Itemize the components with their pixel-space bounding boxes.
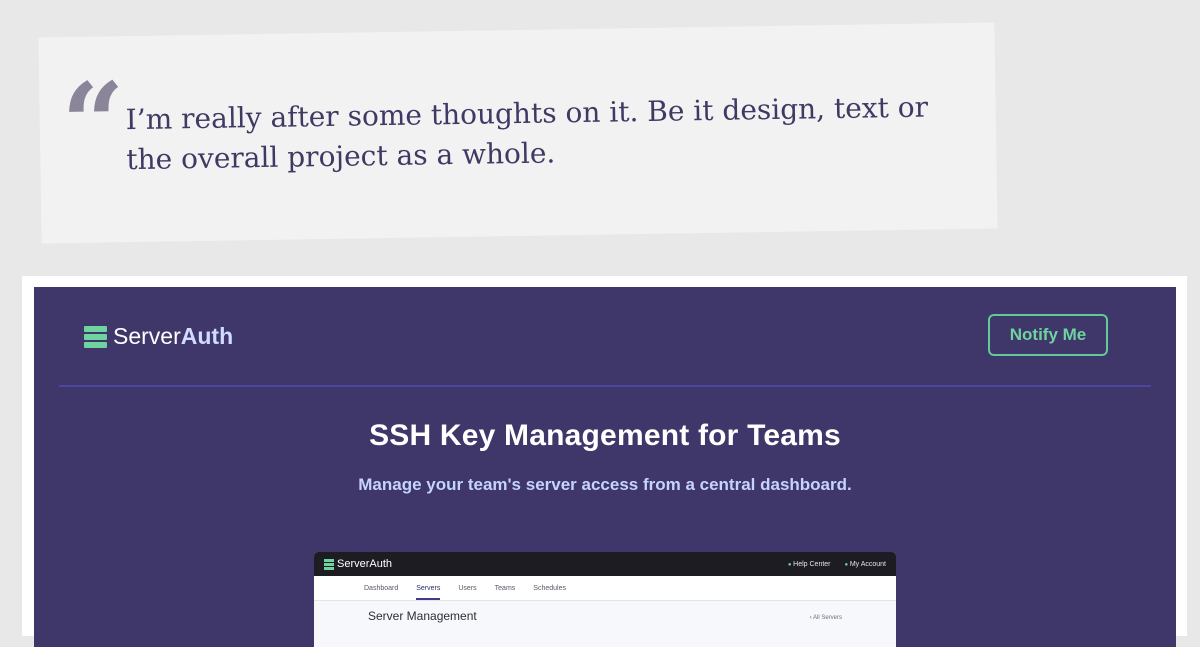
- preview-nav: Dashboard Servers Users Teams Schedules: [314, 576, 896, 601]
- brand-logo[interactable]: ServerAuth: [84, 323, 233, 350]
- header-divider: [59, 385, 1151, 387]
- preview-server-icon: [324, 558, 334, 570]
- server-stack-icon: [84, 325, 107, 348]
- preview-brand: ServerAuth: [324, 558, 392, 570]
- dashboard-preview: ServerAuth Help Center My Account Dashbo…: [314, 552, 896, 647]
- quote-card: “ I’m really after some thoughts on it. …: [38, 22, 998, 244]
- preview-content: Server Management ‹ All Servers: [314, 601, 896, 631]
- hero-section: ServerAuth Notify Me SSH Key Management …: [34, 287, 1176, 647]
- preview-tab-servers: Servers: [416, 577, 441, 600]
- notify-me-button[interactable]: Notify Me: [988, 314, 1108, 356]
- hero-subtitle: Manage your team's server access from a …: [358, 475, 852, 494]
- preview-tab-users: Users: [458, 584, 477, 592]
- preview-brand-name: ServerAuth: [337, 558, 393, 570]
- hero-title: SSH Key Management for Teams: [369, 419, 841, 452]
- screenshot-frame: ServerAuth Notify Me SSH Key Management …: [22, 276, 1187, 647]
- preview-help-center: Help Center: [788, 561, 830, 568]
- preview-tab-dashboard: Dashboard: [364, 584, 399, 592]
- brand-prefix: Server: [113, 323, 181, 349]
- brand-suffix: Auth: [180, 323, 234, 349]
- preview-all-servers-link: ‹ All Servers: [809, 615, 842, 621]
- preview-heading: Server Management: [368, 609, 477, 623]
- preview-tab-teams: Teams: [494, 584, 516, 592]
- preview-tab-schedules: Schedules: [533, 584, 566, 592]
- quote-mark-icon: “: [60, 58, 127, 189]
- quote-text: I’m really after some thoughts on it. Be…: [125, 90, 929, 177]
- preview-topbar: ServerAuth Help Center My Account: [314, 552, 896, 576]
- brand-name: ServerAuth: [113, 323, 233, 350]
- preview-my-account: My Account: [845, 561, 886, 568]
